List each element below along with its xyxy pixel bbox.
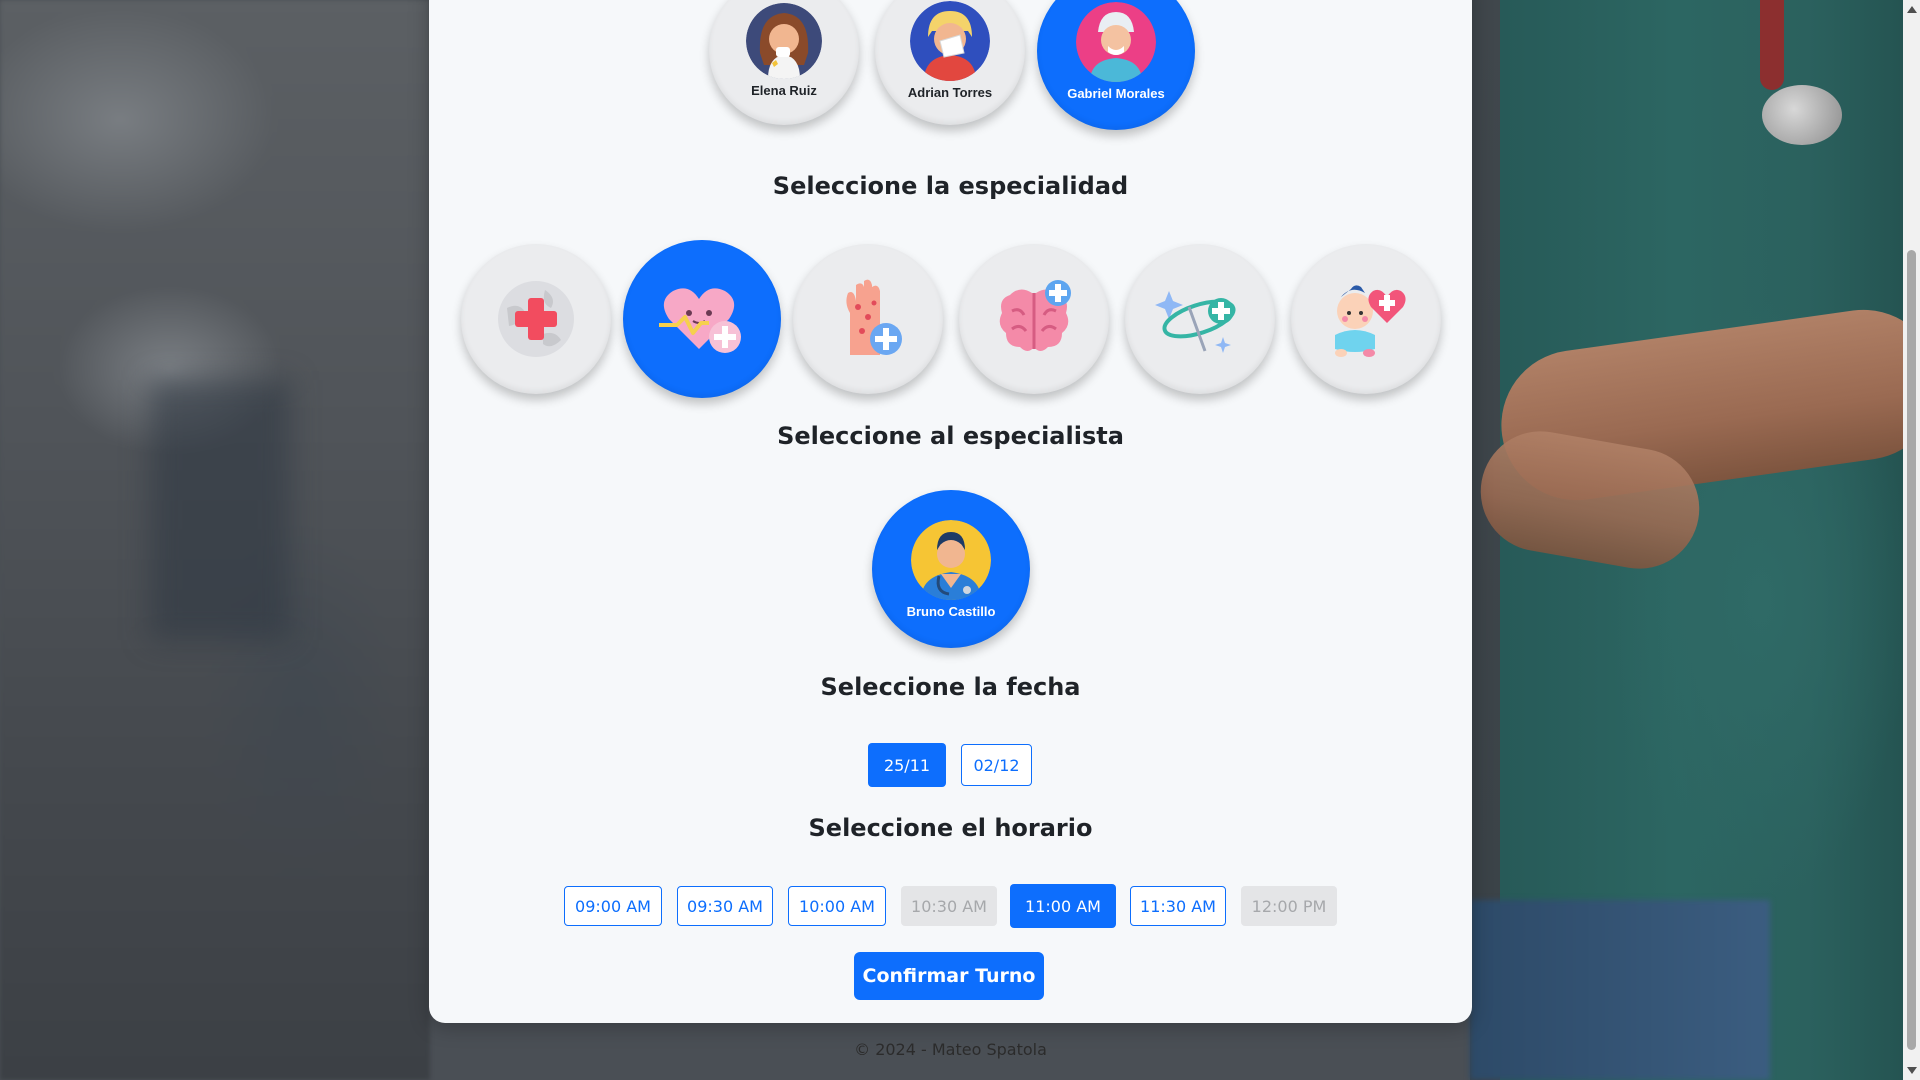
date-button-02-12[interactable]: 02/12 (961, 744, 1032, 786)
page-scrollbar[interactable] (1903, 0, 1920, 1080)
patient-name: Elena Ruiz (751, 82, 817, 98)
patient-elena-ruiz[interactable]: Elena Ruiz (709, 0, 859, 125)
specialty-dentistry[interactable] (1125, 244, 1275, 394)
stethoscope-photo (1760, 0, 1784, 90)
skin-dermatology-icon (846, 279, 902, 355)
specialist-bruno-castillo[interactable]: Bruno Castillo (872, 490, 1030, 648)
scroll-up-arrow-icon[interactable] (1907, 6, 1917, 13)
specialist-title: Seleccione al especialista (777, 422, 1124, 450)
specialty-cardiology[interactable] (623, 240, 781, 398)
patient-gabriel-morales[interactable]: Gabriel Morales (1037, 0, 1195, 130)
sick-woman-avatar-icon (746, 2, 822, 79)
specialty-neurology[interactable] (959, 244, 1109, 394)
specialist-name: Bruno Castillo (906, 603, 996, 619)
tooth-dentistry-icon (1155, 291, 1236, 353)
time-button-0900[interactable]: 09:00 AM (564, 886, 662, 926)
specialty-general-medicine[interactable] (461, 244, 611, 394)
date-title: Seleccione la fecha (820, 673, 1081, 701)
scroll-thumb[interactable] (1907, 250, 1916, 1050)
specialty-pediatrics[interactable] (1291, 244, 1441, 394)
brain-neurology-icon (999, 280, 1071, 351)
time-button-1000[interactable]: 10:00 AM (788, 886, 886, 926)
footer-copyright: © 2024 - Mateo Spatola (854, 1040, 1047, 1059)
specialty-dermatology[interactable] (793, 244, 943, 394)
baby-pediatrics-icon (1335, 285, 1406, 357)
patient-name: Gabriel Morales (1067, 85, 1165, 101)
specialty-title: Seleccione la especialidad (772, 172, 1129, 200)
time-title: Seleccione el horario (808, 814, 1093, 842)
time-button-1200[interactable]: 12:00 PM (1241, 886, 1337, 926)
scroll-down-arrow-icon[interactable] (1907, 1067, 1917, 1074)
confirm-appointment-button[interactable]: Confirmar Turno (854, 952, 1044, 1000)
sneezing-man-avatar-icon (910, 0, 990, 81)
heart-cardiology-icon (659, 288, 741, 353)
patient-name: Adrian Torres (907, 84, 993, 100)
appointment-card: Elena Ruiz Adrian Torres Gabriel Morales… (429, 0, 1472, 1023)
date-button-25-11[interactable]: 25/11 (868, 743, 946, 787)
globe-medical-cross-icon (498, 281, 574, 357)
time-button-1030[interactable]: 10:30 AM (901, 886, 997, 926)
elderly-man-avatar-icon (1076, 1, 1156, 82)
time-button-1100[interactable]: 11:00 AM (1010, 884, 1116, 928)
time-button-0930[interactable]: 09:30 AM (677, 886, 773, 926)
patient-adrian-torres[interactable]: Adrian Torres (875, 0, 1025, 125)
doctor-avatar-icon (911, 519, 991, 600)
time-button-1130[interactable]: 11:30 AM (1130, 886, 1226, 926)
